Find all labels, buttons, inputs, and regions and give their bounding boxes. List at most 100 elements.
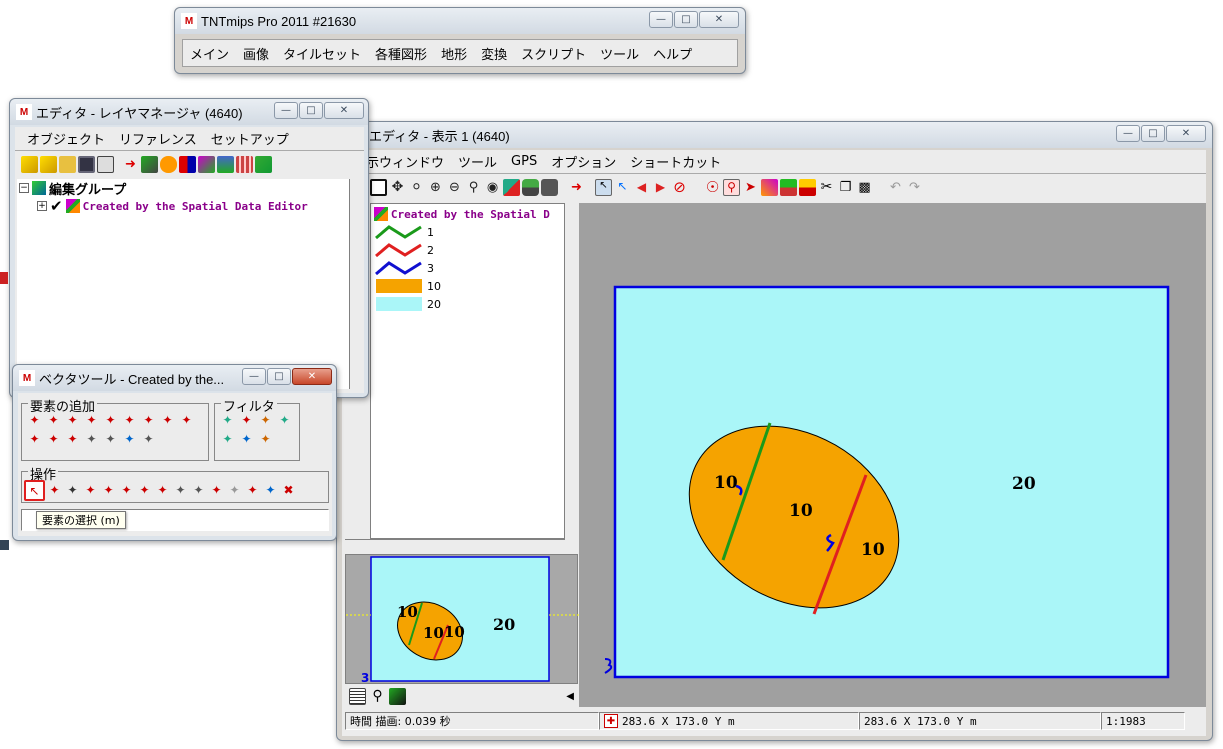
menu-tools[interactable]: ツール bbox=[451, 152, 504, 171]
menu-shortcuts[interactable]: ショートカット bbox=[623, 152, 728, 171]
filter-dangle-icon[interactable]: ✦ bbox=[219, 412, 236, 429]
filter-gap-icon[interactable]: ✦ bbox=[238, 431, 255, 448]
add-raster-icon[interactable] bbox=[141, 156, 158, 173]
menu-tools[interactable]: ツール bbox=[593, 44, 646, 63]
undo-icon[interactable]: ↶ bbox=[887, 179, 904, 196]
menu-geometric[interactable]: 各種図形 bbox=[368, 44, 434, 63]
legend-vertical-scrollbar[interactable] bbox=[564, 203, 578, 539]
add-cad-icon[interactable] bbox=[179, 156, 196, 173]
add-node-icon[interactable]: ✦ bbox=[26, 431, 43, 448]
layer-manager-titlebar[interactable]: M エディタ - レイヤマネージャ (4640) — □ ✕ bbox=[10, 99, 368, 125]
add-polyline-icon[interactable]: ✦ bbox=[45, 412, 62, 429]
add-tin-icon[interactable] bbox=[217, 156, 234, 173]
menu-convert[interactable]: 変換 bbox=[474, 44, 514, 63]
copy-icon[interactable]: ❐ bbox=[837, 179, 854, 196]
select-element-tool[interactable]: ↖ bbox=[24, 480, 45, 501]
minimize-button[interactable]: — bbox=[274, 102, 298, 119]
edit-group-label[interactable]: 編集グループ bbox=[49, 179, 126, 198]
legend-layer-label[interactable]: Created by the Spatial D bbox=[391, 208, 575, 221]
maximize-button[interactable]: □ bbox=[299, 102, 323, 119]
add-curve-icon[interactable]: ✦ bbox=[45, 431, 62, 448]
chart-icon[interactable] bbox=[780, 179, 797, 196]
add-polygon-icon[interactable]: ✦ bbox=[64, 412, 81, 429]
layer-tree-scrollbar[interactable] bbox=[349, 179, 363, 389]
full-view-icon[interactable]: ◉ bbox=[484, 179, 501, 196]
minimize-button[interactable]: — bbox=[242, 368, 266, 385]
filter-topology-icon[interactable]: ✦ bbox=[257, 431, 274, 448]
cut-icon[interactable]: ✂ bbox=[818, 179, 835, 196]
legend-horizontal-scrollbar[interactable] bbox=[345, 539, 565, 553]
flag-icon[interactable] bbox=[799, 179, 816, 196]
add-shape-icon[interactable] bbox=[198, 156, 215, 173]
legend-item[interactable]: 2 bbox=[375, 241, 577, 259]
add-arc-icon[interactable]: ✦ bbox=[178, 412, 195, 429]
open-reference-icon[interactable] bbox=[40, 156, 57, 173]
add-template-icon[interactable]: ✦ bbox=[121, 431, 138, 448]
menu-object[interactable]: オブジェクト bbox=[15, 129, 112, 148]
add-symbol-icon[interactable]: ✦ bbox=[83, 431, 100, 448]
pointer-icon[interactable]: ➤ bbox=[742, 179, 759, 196]
legend-item[interactable]: 1 bbox=[375, 223, 577, 241]
menu-script[interactable]: スクリプト bbox=[514, 44, 593, 63]
add-layer-icon[interactable]: ➜ bbox=[122, 156, 139, 173]
multi-tool-icon[interactable]: ✦ bbox=[262, 482, 279, 499]
prev-view-icon[interactable]: ◀ bbox=[633, 179, 650, 196]
filter-reduce-icon[interactable]: ✦ bbox=[276, 412, 293, 429]
flip-tool-icon[interactable]: ✦ bbox=[190, 482, 207, 499]
extend-tool-icon[interactable]: ✦ bbox=[100, 482, 117, 499]
close-button[interactable]: ✕ bbox=[292, 368, 332, 385]
text-style-tool-icon[interactable]: ✦ bbox=[244, 482, 261, 499]
menu-setup[interactable]: セットアップ bbox=[204, 129, 296, 148]
select-box-icon[interactable] bbox=[370, 179, 387, 196]
scale-status[interactable]: 1:1983 bbox=[1101, 712, 1185, 730]
gps-multi-icon[interactable]: ↖ bbox=[614, 179, 631, 196]
zoom-in-icon[interactable]: ⊕ bbox=[427, 179, 444, 196]
legend-item[interactable]: 20 bbox=[375, 295, 577, 313]
vector-tools-titlebar[interactable]: M ベクタツール - Created by the... — □ ✕ bbox=[13, 365, 336, 391]
legend-item[interactable]: 3 bbox=[375, 259, 577, 277]
draw-tool-icon[interactable]: ✦ bbox=[46, 482, 63, 499]
legend-item[interactable]: 10 bbox=[375, 277, 577, 295]
list-icon[interactable] bbox=[349, 687, 366, 705]
collapse-arrow-icon[interactable]: ◀ bbox=[566, 691, 574, 702]
layer-label[interactable]: Created by the Spatial Data Editor bbox=[83, 200, 308, 213]
add-text-icon[interactable]: ✦ bbox=[83, 412, 100, 429]
join-tool-icon[interactable]: ✦ bbox=[136, 482, 153, 499]
new-object-icon[interactable] bbox=[21, 156, 38, 173]
trim-tool-icon[interactable]: ✦ bbox=[154, 482, 171, 499]
add-vector-icon[interactable] bbox=[160, 156, 177, 173]
minimize-button[interactable]: — bbox=[1116, 125, 1140, 142]
locate-icon[interactable] bbox=[522, 179, 539, 196]
visibility-check-icon[interactable]: ✔ bbox=[50, 197, 63, 215]
menu-options[interactable]: オプション bbox=[544, 152, 623, 171]
text-abc-tool-icon[interactable]: ✦ bbox=[208, 482, 225, 499]
add-region-icon[interactable]: ✦ bbox=[64, 431, 81, 448]
find-icon[interactable]: ⚲ bbox=[723, 179, 740, 196]
redo-icon[interactable]: ↷ bbox=[906, 179, 923, 196]
move-node-tool-icon[interactable]: ✦ bbox=[172, 482, 189, 499]
zoom-out-icon[interactable]: ⊖ bbox=[446, 179, 463, 196]
filter-node-icon[interactable]: ✦ bbox=[257, 412, 274, 429]
menu-tileset[interactable]: タイルセット bbox=[276, 44, 368, 63]
display-window-titlebar[interactable]: エディタ - 表示 1 (4640) — □ ✕ bbox=[337, 122, 1212, 148]
split-line-tool-icon[interactable]: ✦ bbox=[64, 482, 81, 499]
add-web-icon[interactable] bbox=[255, 156, 272, 173]
binoculars-icon[interactable]: ⚪ bbox=[408, 179, 425, 196]
target-icon[interactable]: ☉ bbox=[704, 179, 721, 196]
layers-icon[interactable] bbox=[503, 179, 520, 196]
add-ellipse-icon[interactable]: ✦ bbox=[159, 412, 176, 429]
maximize-button[interactable]: □ bbox=[267, 368, 291, 385]
expand-toggle-icon[interactable]: + bbox=[37, 201, 47, 211]
camera-icon[interactable] bbox=[541, 179, 558, 196]
menu-terrain[interactable]: 地形 bbox=[434, 44, 474, 63]
insert-layer-icon[interactable]: ➜ bbox=[568, 179, 585, 196]
open-folder-icon[interactable] bbox=[59, 156, 76, 173]
gps-cursor-icon[interactable]: ↖ bbox=[595, 179, 612, 196]
edit-icon[interactable] bbox=[761, 179, 778, 196]
minimize-button[interactable]: — bbox=[649, 11, 673, 28]
maximize-button[interactable]: □ bbox=[1141, 125, 1165, 142]
close-button[interactable]: ✕ bbox=[324, 102, 364, 119]
crosshair-icon[interactable]: ✚ bbox=[604, 714, 618, 728]
collapse-toggle-icon[interactable]: − bbox=[19, 183, 29, 193]
next-view-icon[interactable]: ▶ bbox=[652, 179, 669, 196]
